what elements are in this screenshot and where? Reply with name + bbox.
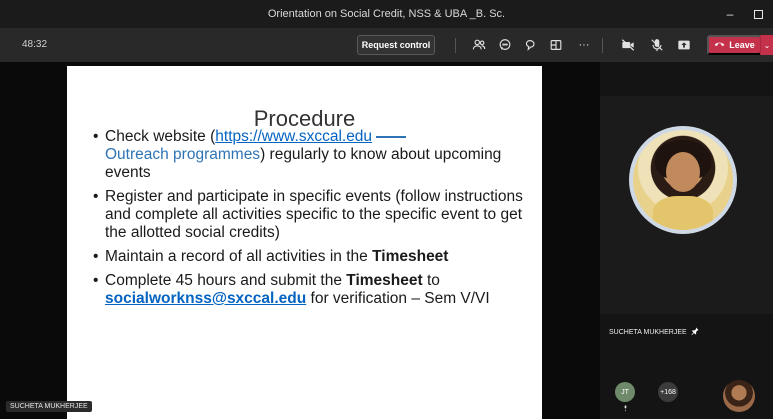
bullet-text: to: [422, 272, 440, 289]
bullet-bold-text: Timesheet: [372, 248, 449, 265]
title-bar: Orientation on Social Credit, NSS & UBA …: [0, 0, 773, 28]
pin-icon[interactable]: [691, 327, 699, 337]
slide-bullets: Check website (https://www.sxccal.edu Ou…: [93, 128, 533, 314]
presentation-slide: Procedure Check website (https://www.sxc…: [67, 66, 542, 419]
more-options-icon[interactable]: ···: [575, 36, 593, 54]
mic-off-icon[interactable]: [648, 36, 666, 54]
mic-muted-icon: [622, 404, 629, 414]
toolbar-divider: [455, 38, 456, 53]
bullet-item: Check website (https://www.sxccal.edu Ou…: [93, 128, 533, 182]
bullet-item: Maintain a record of all activities in t…: [93, 248, 533, 266]
camera-off-icon[interactable]: [619, 36, 637, 54]
chevron-down-icon[interactable]: ⌄: [760, 35, 773, 55]
participant-name-label: SUCHETA MUKHERJEE: [609, 328, 687, 336]
bullet-text: Maintain a record of all activities in t…: [105, 248, 373, 265]
leave-label: Leave: [729, 40, 755, 50]
reactions-icon[interactable]: [521, 36, 539, 54]
bullet-text: Complete 45 hours and submit the: [105, 272, 347, 289]
participant-name: SUCHETA MUKHERJEE: [609, 327, 699, 337]
participants-icon[interactable]: [470, 36, 488, 54]
minimize-icon[interactable]: –: [715, 0, 745, 28]
maximize-icon[interactable]: [743, 0, 773, 28]
avatar: [629, 126, 737, 234]
bullet-text: Check website (: [105, 128, 216, 145]
bullet-text: for verification – Sem V/VI: [306, 290, 490, 307]
website-link[interactable]: https://www.sxccal.edu: [215, 128, 372, 145]
request-control-button[interactable]: Request control: [357, 35, 435, 55]
bullet-bold-text: Timesheet: [346, 272, 423, 289]
participant-panel: SUCHETA MUKHERJEE JT +168: [600, 62, 773, 419]
presenter-name-tag: SUCHETA MUKHERJEE: [6, 401, 92, 412]
dash-line: [376, 135, 407, 138]
email-link[interactable]: socialworknss@sxccal.edu: [105, 290, 306, 307]
participant-initials-avatar[interactable]: JT: [615, 382, 635, 402]
teams-meeting-window: Orientation on Social Credit, NSS & UBA …: [0, 0, 773, 419]
toolbar-divider: [602, 38, 603, 53]
participant-video-tile[interactable]: SUCHETA MUKHERJEE: [600, 96, 773, 336]
participant-thumbnail-avatar[interactable]: [723, 380, 755, 412]
meeting-timer: 48:32: [22, 39, 48, 50]
chat-icon[interactable]: [496, 36, 514, 54]
share-screen-icon[interactable]: [675, 36, 693, 54]
phone-hangup-icon: [714, 40, 725, 50]
more-participants-badge[interactable]: +168: [658, 382, 678, 402]
bullet-text: Register and participate in specific eve…: [105, 188, 523, 241]
bullet-item: Complete 45 hours and submit the Timeshe…: [93, 272, 533, 308]
window-title: Orientation on Social Credit, NSS & UBA …: [267, 8, 506, 20]
shared-content-stage: Procedure Check website (https://www.sxc…: [0, 62, 600, 419]
rooms-icon[interactable]: [547, 36, 565, 54]
outreach-text: Outreach programmes: [105, 146, 261, 163]
meeting-toolbar: 48:32 Request control ··· Leave ⌄: [0, 28, 773, 62]
leave-button[interactable]: Leave: [707, 35, 762, 55]
bullet-item: Register and participate in specific eve…: [93, 188, 533, 242]
